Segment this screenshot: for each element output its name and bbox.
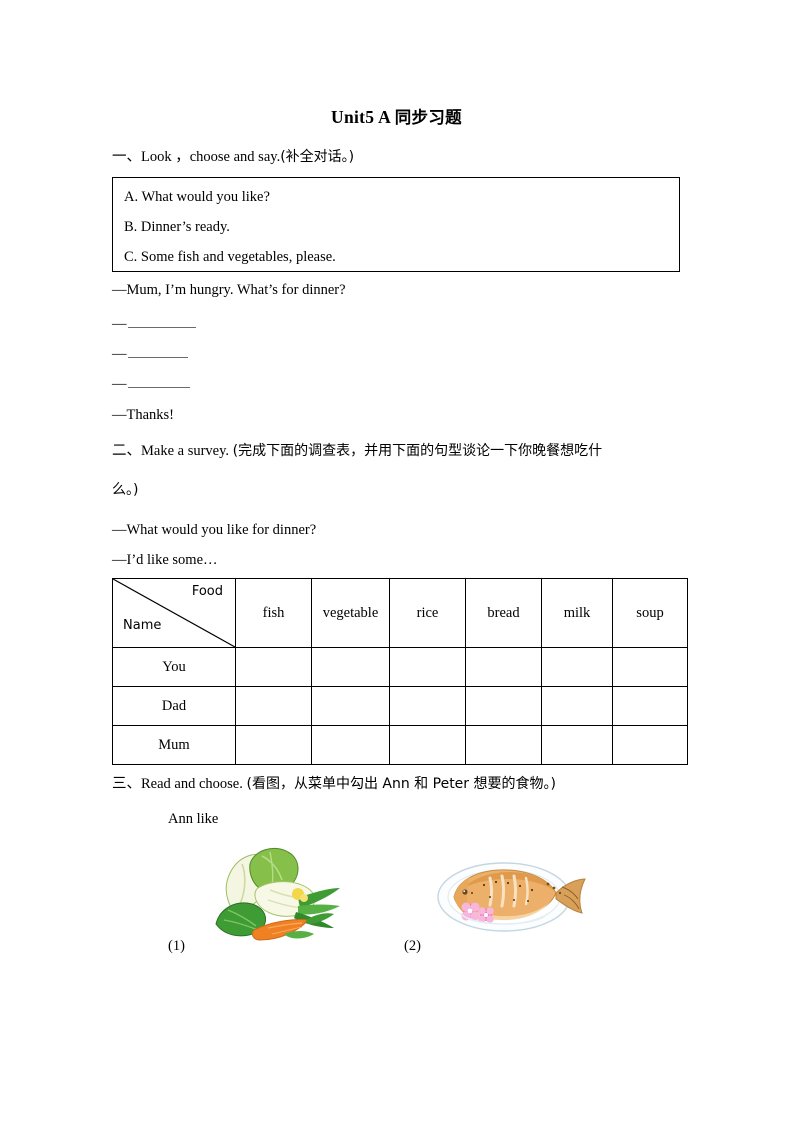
- survey-table: Food Name fish vegetable rice bread milk…: [112, 578, 688, 765]
- table-row: Mum: [112, 725, 688, 765]
- dialogue-blank-3: —: [112, 376, 190, 393]
- table-cell[interactable]: [389, 725, 466, 765]
- dialogue-blank-dash-2: —: [112, 346, 127, 362]
- table-cell[interactable]: [389, 647, 466, 687]
- option-b: B. Dinner’s ready.: [124, 219, 230, 235]
- table-cell[interactable]: [235, 647, 312, 687]
- section2-number: 二、: [112, 443, 141, 459]
- dialogue-line-last: —Thanks!: [112, 407, 175, 423]
- table-cell[interactable]: [235, 686, 312, 726]
- answer-rule-1[interactable]: [127, 318, 196, 328]
- table-cell[interactable]: [541, 686, 613, 726]
- options-box: A. What would you like? B. Dinner’s read…: [112, 177, 680, 272]
- section3-instruction-cn: (看图，从菜单中勾出 Ann 和 Peter 想要的食物。): [246, 776, 556, 792]
- option-c: C. Some fish and vegetables, please.: [124, 249, 336, 265]
- table-cell[interactable]: [612, 725, 688, 765]
- section3-instruction-en: Read and choose.: [141, 776, 243, 792]
- section3-heading: 三、Read and choose. (看图，从菜单中勾出 Ann 和 Pete…: [112, 775, 556, 794]
- section2-instruction-cn-line2: 么。): [112, 482, 139, 498]
- section3-subtitle: Ann like: [168, 811, 219, 827]
- worksheet-page: Unit5 A 同步习题 一、Look ，choose and say.(补全对…: [0, 0, 793, 1122]
- fish-on-plate-illustration-icon: [437, 862, 586, 932]
- vegetables-picture: [198, 838, 343, 948]
- table-col-header-rice: rice: [389, 578, 466, 648]
- table-cell[interactable]: [541, 725, 613, 765]
- table-row: Dad: [112, 686, 688, 726]
- table-row-header-you: You: [112, 647, 236, 687]
- table-cell[interactable]: [612, 647, 688, 687]
- table-header-row: Food Name fish vegetable rice bread milk…: [112, 578, 688, 648]
- table-col-header-vegetable: vegetable: [311, 578, 390, 648]
- table-cell[interactable]: [389, 686, 466, 726]
- table-col-header-fish: fish: [235, 578, 312, 648]
- section2-instruction-en: Make a survey.: [141, 443, 230, 459]
- dialogue-blank-1: —: [112, 316, 196, 333]
- survey-prompt-question: —What would you like for dinner?: [112, 522, 317, 538]
- table-cell[interactable]: [465, 647, 542, 687]
- dialogue-blank-2: —: [112, 346, 188, 363]
- cooked-fish-picture: [428, 845, 588, 945]
- table-corner-food-label: Food: [191, 584, 223, 599]
- dialogue-line-1: —Mum, I’m hungry. What’s for dinner?: [112, 282, 346, 298]
- section1-instruction-cn: (补全对话。): [280, 149, 355, 165]
- table-cell[interactable]: [311, 725, 390, 765]
- table-cell[interactable]: [311, 647, 390, 687]
- section2-heading: 二、Make a survey. (完成下面的调查表，并用下面的句型谈论一下你晚…: [112, 442, 602, 461]
- answer-rule-2[interactable]: [127, 348, 188, 358]
- picture-1-caption: (1): [168, 938, 185, 954]
- option-a: A. What would you like?: [124, 189, 270, 205]
- page-title: Unit5 A 同步习题: [0, 104, 793, 128]
- survey-prompt-answer: —I’d like some…: [112, 552, 218, 568]
- table-cell[interactable]: [541, 647, 613, 687]
- table-cell[interactable]: [612, 686, 688, 726]
- answer-rule-3[interactable]: [127, 378, 190, 388]
- table-cell[interactable]: [311, 686, 390, 726]
- table-corner-name-label: Name: [123, 618, 162, 633]
- table-col-header-soup: soup: [612, 578, 688, 648]
- table-row-header-dad: Dad: [112, 686, 236, 726]
- section3-number: 三、: [112, 776, 141, 792]
- table-row-header-mum: Mum: [112, 725, 236, 765]
- section1-number: 一、: [112, 149, 141, 165]
- table-row: You: [112, 647, 688, 687]
- section1-instruction-en: Look ，choose and say.: [141, 149, 281, 165]
- table-cell[interactable]: [465, 686, 542, 726]
- section1-heading: 一、Look ，choose and say.(补全对话。): [112, 148, 354, 167]
- page-title-cn: 同步习题: [394, 108, 462, 127]
- vegetables-illustration-icon: [215, 848, 340, 941]
- section2-instruction-cn-line1: (完成下面的调查表，并用下面的句型谈论一下你晚餐想吃什: [232, 443, 603, 459]
- table-corner-cell: Food Name: [112, 578, 236, 648]
- table-cell[interactable]: [465, 725, 542, 765]
- table-col-header-bread: bread: [465, 578, 542, 648]
- dialogue-blank-dash-1: —: [112, 316, 127, 332]
- page-title-en: Unit5 A: [331, 107, 391, 127]
- picture-2-caption: (2): [404, 938, 421, 954]
- table-col-header-milk: milk: [541, 578, 613, 648]
- dialogue-blank-dash-3: —: [112, 376, 127, 392]
- table-cell[interactable]: [235, 725, 312, 765]
